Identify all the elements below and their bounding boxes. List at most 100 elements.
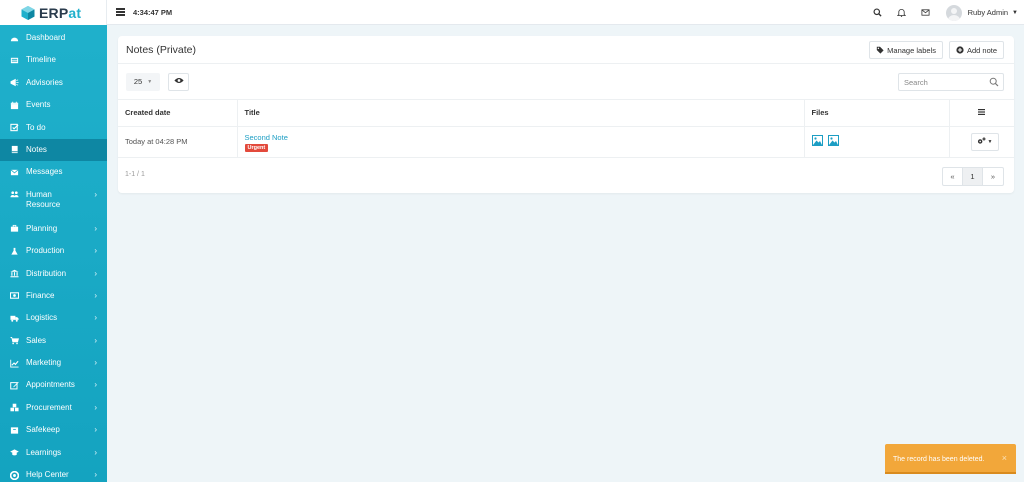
user-name[interactable]: Ruby Admin [968,8,1008,17]
chevron-right-icon: › [94,313,97,323]
sidebar-item-label: Events [26,100,51,110]
image-file-icon[interactable] [827,135,839,148]
notes-table: Created date Title Files Today at 04:28 … [118,100,1014,158]
sidebar-item-planning[interactable]: Planning › [0,218,107,240]
manage-labels-label: Manage labels [887,45,936,55]
manage-labels-button[interactable]: Manage labels [869,41,943,59]
chevron-right-icon: › [94,425,97,435]
chevron-right-icon: › [94,268,97,278]
search-icon[interactable] [989,77,999,89]
column-visibility-button[interactable] [168,72,189,91]
chevron-right-icon: › [94,470,97,480]
chevron-right-icon: › [94,290,97,300]
pagination-page[interactable]: 1 [963,167,983,185]
options-cell: ▼ [949,126,1014,158]
sidebar-item-notes[interactable]: Notes [0,138,107,162]
sidebar-nav: Dashboard Timeline Advisories Events To … [0,25,107,482]
sidebar-item-human-resource[interactable]: Human Resource › [0,184,107,218]
dashboard-icon [10,34,19,43]
page-size-select[interactable]: 25 ▼ [126,72,160,91]
bullhorn-icon [10,78,19,87]
add-note-button[interactable]: Add note [948,41,1004,59]
timeline-icon [10,56,19,65]
notes-panel: Notes (Private) Manage labels Add note 2… [118,36,1014,193]
close-icon[interactable]: × [1002,453,1007,463]
page-size-value: 25 [133,77,143,86]
column-header-title[interactable]: Title [237,100,805,127]
label-badge: Urgent [244,143,269,152]
chevron-right-icon: › [94,358,97,368]
graduation-icon [10,448,19,457]
envelope-icon [10,168,19,177]
archive-icon [10,426,19,435]
column-header-files[interactable]: Files [804,100,950,127]
sidebar-item-label: Messages [26,167,63,177]
column-header-created[interactable]: Created date [118,100,238,127]
sidebar-item-events[interactable]: Events [0,94,107,116]
page-title: Notes (Private) [126,43,197,56]
sidebar-item-label: Timeline [26,55,56,65]
help-icon [10,470,19,480]
sidebar-item-appointments[interactable]: Appointments › [0,374,107,396]
eye-icon [173,77,184,86]
sidebar-item-procurement[interactable]: Procurement › [0,397,107,419]
sidebar-item-marketing[interactable]: Marketing › [0,352,107,374]
sidebar-item-dashboard[interactable]: Dashboard [0,27,107,49]
checkbox-icon [10,123,19,132]
table-row: Today at 04:28 PM Second Note Urgent ▼ [118,126,1014,158]
sidebar-item-advisories[interactable]: Advisories [0,72,107,94]
pagination-next[interactable]: » [983,168,1003,185]
search-box [898,73,1004,91]
sidebar: ERPat Dashboard Timeline Advisories Even… [0,0,107,482]
sidebar-item-label: Advisories [26,77,63,87]
chevron-right-icon: › [94,189,97,199]
sidebar-item-learnings[interactable]: Learnings › [0,442,107,464]
caret-down-icon[interactable]: ▼ [1012,10,1018,16]
sidebar-item-label: Distribution [26,268,67,278]
brand[interactable]: ERPat [0,0,107,25]
header-actions: Manage labels Add note [863,41,1004,59]
clock: 4:34:47 PM [133,7,173,17]
sidebar-item-label: Planning [26,223,58,233]
sidebar-item-production[interactable]: Production › [0,240,107,262]
add-note-label: Add note [966,45,997,55]
sidebar-item-safekeep[interactable]: Safekeep › [0,419,107,441]
users-icon [10,190,19,199]
sidebar-item-sales[interactable]: Sales › [0,330,107,352]
search-icon[interactable] [866,0,890,25]
avatar[interactable] [945,4,962,21]
image-file-icon[interactable] [811,135,823,148]
topbar: 4:34:47 PM Ruby Admin ▼ [107,0,1024,25]
flask-icon [10,247,19,256]
bell-icon[interactable] [890,0,914,25]
pagination-prev[interactable]: « [943,167,963,185]
title-cell: Second Note Urgent [237,126,805,158]
cogs-icon [977,137,986,147]
pagination: « 1 » [942,166,1004,186]
toast-message: The record has been deleted. [893,455,985,463]
row-options-button[interactable]: ▼ [970,132,999,151]
chevron-right-icon: › [94,335,97,345]
sidebar-item-timeline[interactable]: Timeline [0,49,107,71]
sidebar-item-messages[interactable]: Messages [0,161,107,183]
sidebar-item-todo[interactable]: To do [0,117,107,139]
sidebar-item-label: Logistics [26,313,58,323]
sidebar-item-label: Safekeep [26,425,60,435]
bank-icon [10,269,19,278]
sidebar-item-label: Human Resource [26,189,61,209]
note-title-link[interactable]: Second Note [245,133,804,142]
edit-icon [10,381,19,390]
mail-icon[interactable] [914,0,938,25]
sidebar-item-label: Notes [26,144,47,154]
search-input[interactable] [904,77,984,87]
files-cell [804,126,950,158]
sidebar-item-label: Sales [26,335,47,345]
sidebar-item-finance[interactable]: Finance › [0,285,107,307]
list-icon [978,108,986,116]
menu-icon[interactable] [116,8,125,16]
sidebar-item-help-center[interactable]: Help Center › [0,464,107,482]
sidebar-item-distribution[interactable]: Distribution › [0,263,107,285]
sidebar-item-logistics[interactable]: Logistics › [0,307,107,329]
sidebar-item-label: To do [26,122,46,132]
table-toolbar: 25 ▼ [118,64,1014,100]
